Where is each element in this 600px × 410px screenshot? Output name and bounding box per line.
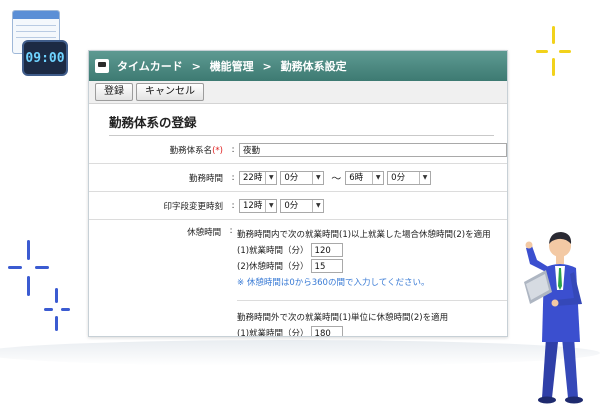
stamp-minute-select[interactable]: 0分 ▼ xyxy=(280,198,325,213)
chevron-down-icon: ▼ xyxy=(419,171,430,184)
required-mark: (*) xyxy=(212,145,223,156)
break-label: 休憩時間 xyxy=(187,228,222,238)
colon: : xyxy=(231,200,235,211)
form-row-break: 休憩時間 : 勤務時間内で次の就業時間(1)以上就業した場合休憩時間(2)を適用… xyxy=(89,220,507,336)
colon: : xyxy=(229,226,233,236)
chevron-down-icon: ▼ xyxy=(312,199,323,212)
end-hour-select[interactable]: 6時 ▼ xyxy=(345,170,385,185)
register-button[interactable]: 登録 xyxy=(95,83,133,101)
sparkle-blue-small-icon xyxy=(44,288,70,332)
breadcrumb-work-system-settings: 勤務体系設定 xyxy=(280,60,347,73)
window-titlebar: タイムカード > 機能管理 > 勤務体系設定 xyxy=(89,51,507,81)
break-settings: 勤務時間内で次の就業時間(1)以上就業した場合休憩時間(2)を適用 (1)就業時… xyxy=(237,226,507,336)
toolbar: 登録 キャンセル xyxy=(89,81,507,104)
stamp-change-label: 印字段変更時刻 xyxy=(163,201,223,212)
outside-work-minutes-input[interactable]: 180 xyxy=(310,326,343,336)
chevron-down-icon: ▼ xyxy=(265,199,276,212)
app-window: タイムカード > 機能管理 > 勤務体系設定 登録 キャンセル 勤務体系の登録 … xyxy=(88,50,508,337)
breadcrumb-timecard[interactable]: タイムカード xyxy=(117,60,183,73)
work-hours-label: 勤務時間 xyxy=(188,173,223,184)
colon: : xyxy=(231,144,235,155)
break-inside-title: 勤務時間内で次の就業時間(1)以上就業した場合休憩時間(2)を適用 xyxy=(237,230,491,240)
floor-shadow xyxy=(0,340,600,366)
form-row-work-hours: 勤務時間 : 22時 ▼ 0分 ▼ 〜 6時 ▼ 0分 ▼ xyxy=(89,164,507,192)
breadcrumb-function-management[interactable]: 機能管理 xyxy=(210,60,254,73)
inside-break-minutes-input[interactable]: 15 xyxy=(310,259,343,273)
break-note: ※ 休憩時間は0から360の間で入力してください。 xyxy=(237,278,430,288)
name-label: 勤務体系名(*) xyxy=(169,145,223,156)
timecard-icon xyxy=(95,59,109,73)
digital-clock-icon: 09:00 xyxy=(22,40,68,76)
colon: : xyxy=(231,172,235,183)
sparkle-blue-large-icon xyxy=(8,240,49,296)
break-outside-title: 勤務時間外で次の就業時間(1)単位に休憩時間(2)を適用 xyxy=(237,313,449,323)
range-tilde: 〜 xyxy=(331,174,342,185)
chevron-down-icon: ▼ xyxy=(372,171,383,184)
outside-work-row: (1)就業時間（分） 180 xyxy=(237,325,507,336)
sparkle-yellow-icon xyxy=(536,26,572,78)
page-title: 勤務体系の登録 xyxy=(109,112,494,136)
inside-break-row: (2)休憩時間（分） 15 xyxy=(237,258,507,274)
inside-work-minutes-input[interactable]: 120 xyxy=(310,243,343,257)
start-minute-select[interactable]: 0分 ▼ xyxy=(280,170,325,185)
inside-work-row: (1)就業時間（分） 120 xyxy=(237,242,507,258)
form-row-stamp-change: 印字段変更時刻 : 12時 ▼ 0分 ▼ xyxy=(89,192,507,220)
start-hour-select[interactable]: 22時 ▼ xyxy=(239,170,278,185)
cancel-button[interactable]: キャンセル xyxy=(136,83,204,101)
breadcrumb-separator: > xyxy=(262,60,272,73)
breadcrumb-separator: > xyxy=(191,60,201,73)
stamp-hour-select[interactable]: 12時 ▼ xyxy=(239,198,278,213)
divider xyxy=(237,300,507,301)
chevron-down-icon: ▼ xyxy=(312,171,323,184)
end-minute-select[interactable]: 0分 ▼ xyxy=(387,170,432,185)
work-system-form: 勤務体系名(*) : 夜勤 勤務時間 : 22時 ▼ 0分 ▼ 〜 6時 ▼ 0分 ▼ … xyxy=(89,136,507,336)
chevron-down-icon: ▼ xyxy=(265,171,276,184)
form-row-name: 勤務体系名(*) : 夜勤 xyxy=(89,136,507,164)
breadcrumb: タイムカード > 機能管理 > 勤務体系設定 xyxy=(117,58,347,74)
work-system-name-input[interactable]: 夜勤 xyxy=(239,142,507,157)
businessman-illustration xyxy=(524,232,583,404)
timecard-app-icon: 09:00 xyxy=(10,10,68,78)
